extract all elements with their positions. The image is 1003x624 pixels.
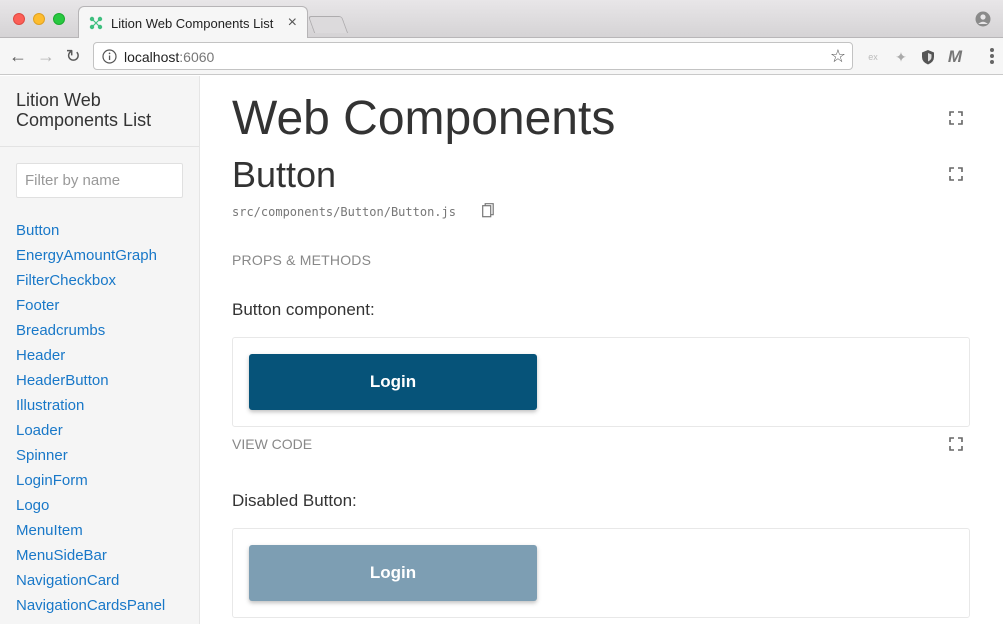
main-content: Web Components Button src/components/But… [200, 76, 1003, 624]
url-host: localhost [124, 49, 180, 65]
tab-close-icon[interactable]: × [288, 14, 297, 32]
sidebar-item-loginform[interactable]: LoginForm [16, 471, 165, 496]
sidebar-item-headerbutton[interactable]: HeaderButton [16, 371, 165, 396]
fullscreen-icon[interactable] [949, 167, 963, 181]
sidebar-item-filtercheckbox[interactable]: FilterCheckbox [16, 271, 165, 296]
props-methods-toggle[interactable]: PROPS & METHODS [232, 252, 371, 268]
new-tab-button[interactable] [307, 16, 349, 33]
bookmark-star-icon[interactable]: ☆ [830, 46, 846, 67]
example-label: Button component: [232, 300, 375, 319]
back-arrow-icon[interactable]: ← [8, 46, 28, 66]
sidebar-item-navigationcardspanel[interactable]: NavigationCardsPanel [16, 596, 165, 621]
extension-m-icon[interactable]: M [946, 48, 964, 66]
url-text: localhost:6060 [124, 49, 214, 65]
sidebar-item-illustration[interactable]: Illustration [16, 396, 165, 421]
browser-tab[interactable]: Lition Web Components List × [78, 6, 308, 39]
sidebar-item-energyamountgraph[interactable]: EnergyAmountGraph [16, 246, 165, 271]
info-icon[interactable] [102, 49, 117, 64]
example-preview: Login [232, 337, 970, 427]
forward-arrow-icon[interactable]: → [36, 46, 56, 66]
copy-icon[interactable] [482, 203, 494, 218]
browser-menu-icon[interactable] [989, 46, 995, 66]
sidebar-item-menuitem[interactable]: MenuItem [16, 521, 165, 546]
browser-titlebar: Lition Web Components List × [0, 0, 1003, 39]
sidebar-divider [0, 146, 199, 147]
extension-ex-icon[interactable]: ex [864, 48, 882, 66]
components-favicon-icon [89, 16, 103, 30]
profile-icon[interactable] [975, 11, 991, 27]
sidebar-item-footer[interactable]: Footer [16, 296, 165, 321]
tab-title: Lition Web Components List [111, 16, 274, 31]
url-port: :6060 [179, 49, 215, 65]
sidebar-item-menusidebar[interactable]: MenuSideBar [16, 546, 165, 571]
fullscreen-icon[interactable] [949, 437, 963, 451]
address-bar[interactable]: localhost:6060 ☆ [93, 42, 853, 70]
extension-puzzle-icon[interactable]: ✦ [892, 48, 910, 66]
example-preview: Login [232, 528, 970, 618]
window-close-button[interactable] [13, 13, 25, 25]
sidebar: Lition Web Components List Button Energy… [0, 76, 200, 624]
login-button[interactable]: Login [249, 354, 537, 410]
sidebar-title: Lition Web Components List [16, 90, 152, 130]
page-title: Web Components [232, 92, 616, 145]
sidebar-item-spinner[interactable]: Spinner [16, 446, 165, 471]
window-minimize-button[interactable] [33, 13, 45, 25]
reload-icon[interactable]: ↻ [63, 46, 83, 66]
sidebar-item-navigationcard[interactable]: NavigationCard [16, 571, 165, 596]
sidebar-item-loader[interactable]: Loader [16, 421, 165, 446]
sidebar-item-button[interactable]: Button [16, 221, 165, 246]
login-button-disabled: Login [249, 545, 537, 601]
component-title: Button [232, 154, 337, 195]
fullscreen-icon[interactable] [949, 111, 963, 125]
sidebar-item-breadcrumbs[interactable]: Breadcrumbs [16, 321, 165, 346]
view-code-toggle[interactable]: VIEW CODE [232, 436, 312, 452]
sidebar-item-logo[interactable]: Logo [16, 496, 165, 521]
window-maximize-button[interactable] [53, 13, 65, 25]
component-list: Button EnergyAmountGraph FilterCheckbox … [16, 221, 165, 621]
example-label: Disabled Button: [232, 491, 357, 510]
browser-toolbar: ← → ↻ localhost:6060 ☆ ex ✦ M [0, 38, 1003, 75]
extension-shield-icon[interactable] [919, 48, 937, 66]
filter-input[interactable] [16, 163, 183, 198]
sidebar-item-header[interactable]: Header [16, 346, 165, 371]
component-path: src/components/Button/Button.js [232, 205, 456, 219]
